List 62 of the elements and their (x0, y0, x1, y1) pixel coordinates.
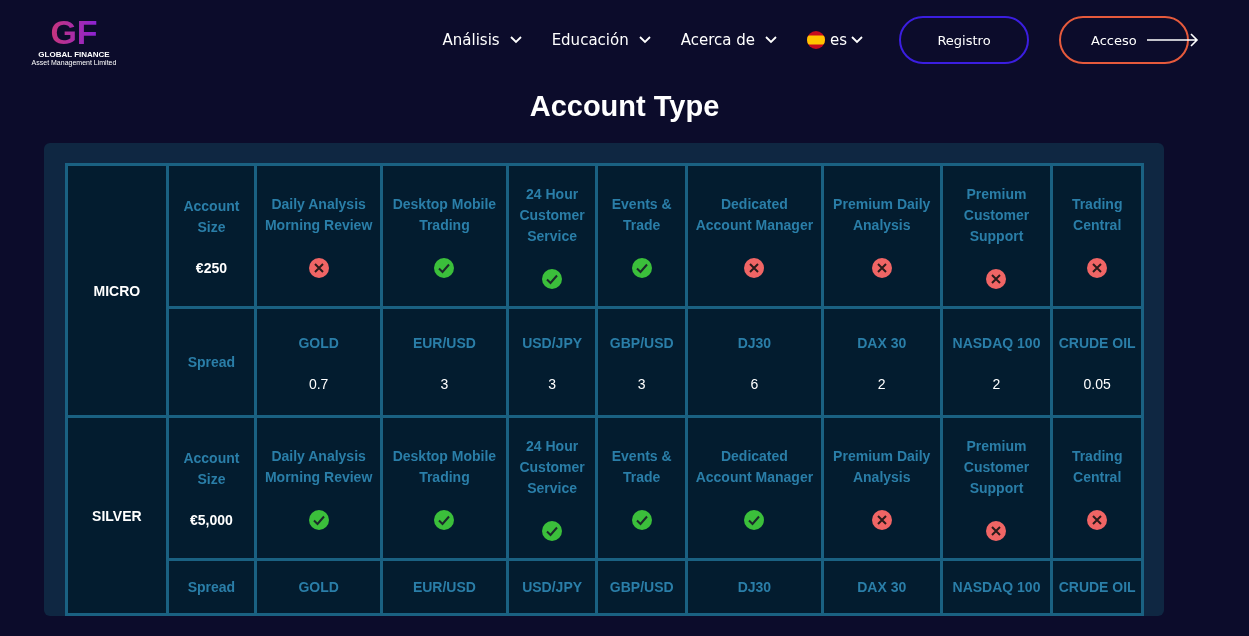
page-title: Account Type (528, 90, 721, 123)
feature-label: 24 Hour Customer Service (518, 436, 586, 498)
instrument-label: NASDAQ 100 (952, 333, 1041, 353)
account-size-label: Account Size (182, 449, 241, 489)
spanish-flag-icon (806, 31, 825, 49)
instrument-label: CRUDE OIL (1058, 333, 1136, 353)
instrument-label: USD/JPY (522, 333, 583, 353)
feature-label: Premium Customer Support (962, 184, 1031, 246)
nav-menu-link[interactable]: Análisis (442, 31, 522, 49)
instrument-label: GOLD (298, 577, 339, 597)
feature-label: Events & Trade (610, 447, 673, 487)
account-size-value: €250 (195, 260, 227, 276)
plan-name-cell: MICRO (66, 164, 168, 417)
instrument-label: DAX 30 (857, 333, 907, 353)
instrument-label: USD/JPY (522, 577, 583, 597)
account-size-label: Account Size (182, 197, 241, 237)
instrument-label: GBP/USD (609, 333, 674, 353)
feature-label: Dedicated Account Manager (694, 447, 815, 487)
feature-label: Premium Customer Support (962, 436, 1031, 498)
language-selector[interactable]: es (829, 31, 863, 49)
instrument-label: NASDAQ 100 (952, 577, 1041, 597)
feature-label: Dedicated Account Manager (694, 195, 815, 235)
chevron-down-icon (851, 36, 863, 44)
nav-menu-link[interactable]: Educación (551, 31, 651, 49)
spread-value: 3 (548, 375, 556, 392)
spread-label: Spread (187, 578, 236, 595)
feature-label: Premium Daily Analysis (832, 195, 932, 235)
spread-label: Spread (187, 353, 236, 370)
spread-value: 6 (750, 375, 759, 392)
chevron-down-icon (509, 36, 522, 44)
feature-label: 24 Hour Customer Service (518, 184, 586, 246)
plan-name-cell: SILVER (66, 416, 168, 615)
feature-label: Premium Daily Analysis (832, 447, 932, 487)
spread-value: 0.7 (308, 375, 329, 392)
instrument-label: DAX 30 (857, 577, 907, 597)
instrument-label: EUR/USD (412, 577, 476, 597)
feature-label: Events & Trade (610, 195, 673, 235)
nav-menu-link[interactable]: Acerca de (680, 31, 777, 49)
spread-value: 2 (877, 375, 886, 392)
instrument-label: EUR/USD (412, 333, 476, 353)
instrument-label: CRUDE OIL (1058, 577, 1136, 597)
arrow-right-icon (1147, 33, 1199, 47)
chevron-down-icon (638, 36, 651, 44)
account-size-value: €5,000 (190, 512, 233, 528)
instrument-label: DJ30 (737, 577, 772, 597)
feature-label: Trading Central (1070, 447, 1124, 487)
feature-label: Desktop Mobile Trading (391, 447, 498, 487)
feature-label: Desktop Mobile Trading (391, 195, 498, 235)
spread-value: 0.05 (1083, 375, 1111, 392)
header-button[interactable]: Registro (899, 16, 1029, 64)
instrument-label: GOLD (298, 333, 339, 353)
spread-value: 2 (992, 375, 1001, 392)
header-button[interactable]: Acceso (1059, 16, 1189, 64)
logo-name: GLOBAL FINANCE (38, 50, 110, 59)
spread-value: 3 (440, 375, 449, 392)
feature-label: Daily Analysis Morning Review (263, 447, 374, 487)
instrument-label: GBP/USD (609, 577, 674, 597)
spread-value: 3 (637, 375, 646, 392)
instrument-label: DJ30 (737, 333, 772, 353)
chevron-down-icon (764, 36, 777, 44)
feature-label: Trading Central (1070, 195, 1124, 235)
feature-label: Daily Analysis Morning Review (263, 195, 374, 235)
